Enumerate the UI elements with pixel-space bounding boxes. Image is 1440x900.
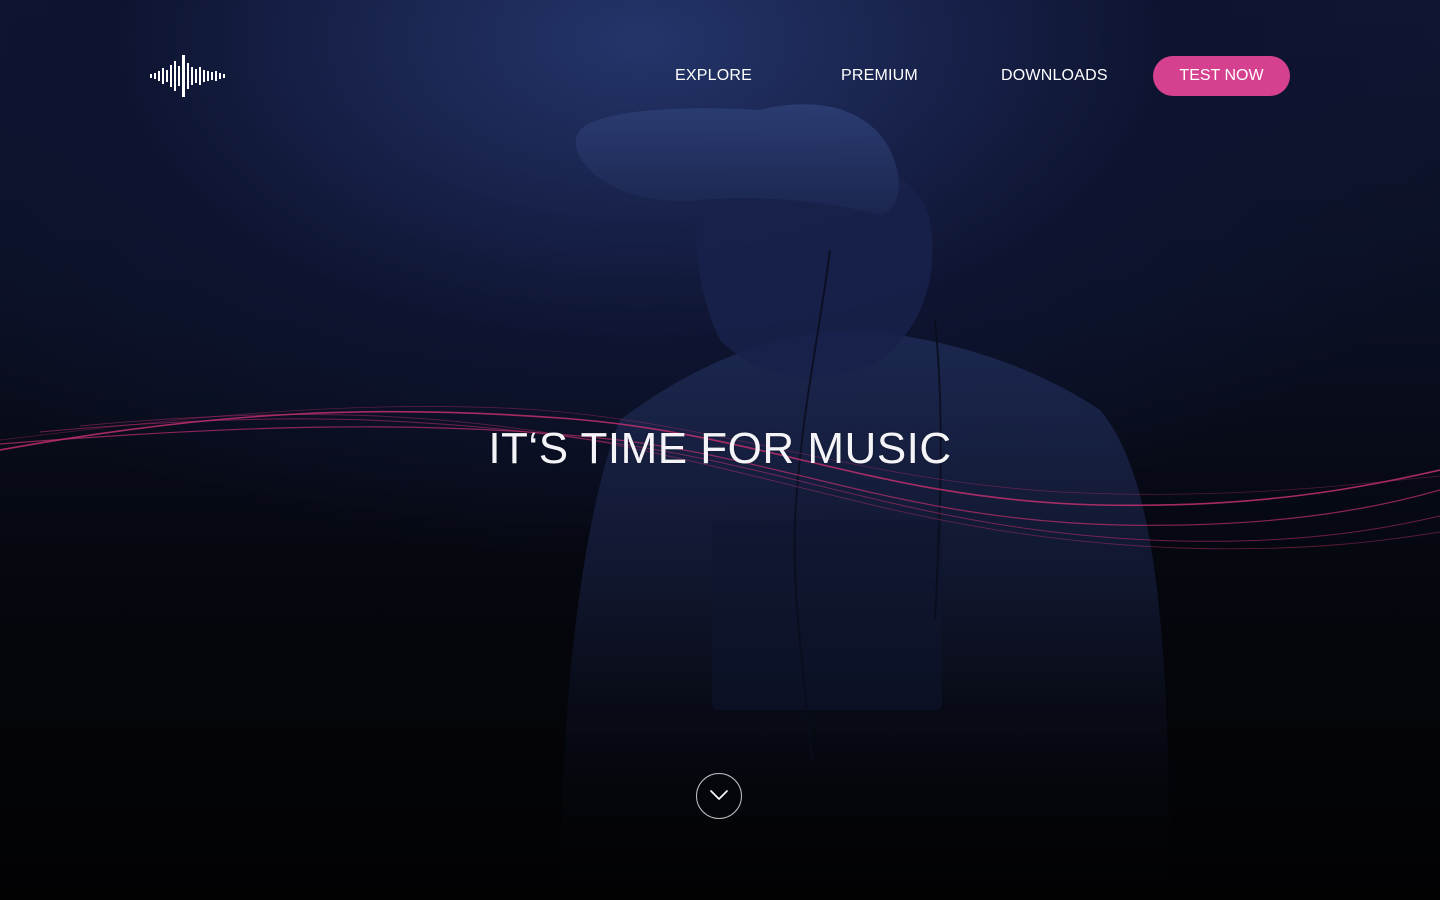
scroll-down-button[interactable] <box>696 773 742 819</box>
chevron-down-icon <box>710 790 728 800</box>
landing-page: EXPLORE PREMIUM DOWNLOADS TEST NOW IT‘S … <box>0 0 1440 900</box>
hero-headline: IT‘S TIME FOR MUSIC <box>488 424 952 473</box>
main-navigation: EXPLORE PREMIUM DOWNLOADS TEST NOW <box>0 56 1440 96</box>
nav-premium-link[interactable]: PREMIUM <box>841 56 918 96</box>
nav-downloads-link[interactable]: DOWNLOADS <box>1001 56 1108 96</box>
test-now-button[interactable]: TEST NOW <box>1153 56 1290 96</box>
nav-explore-link[interactable]: EXPLORE <box>675 56 752 96</box>
